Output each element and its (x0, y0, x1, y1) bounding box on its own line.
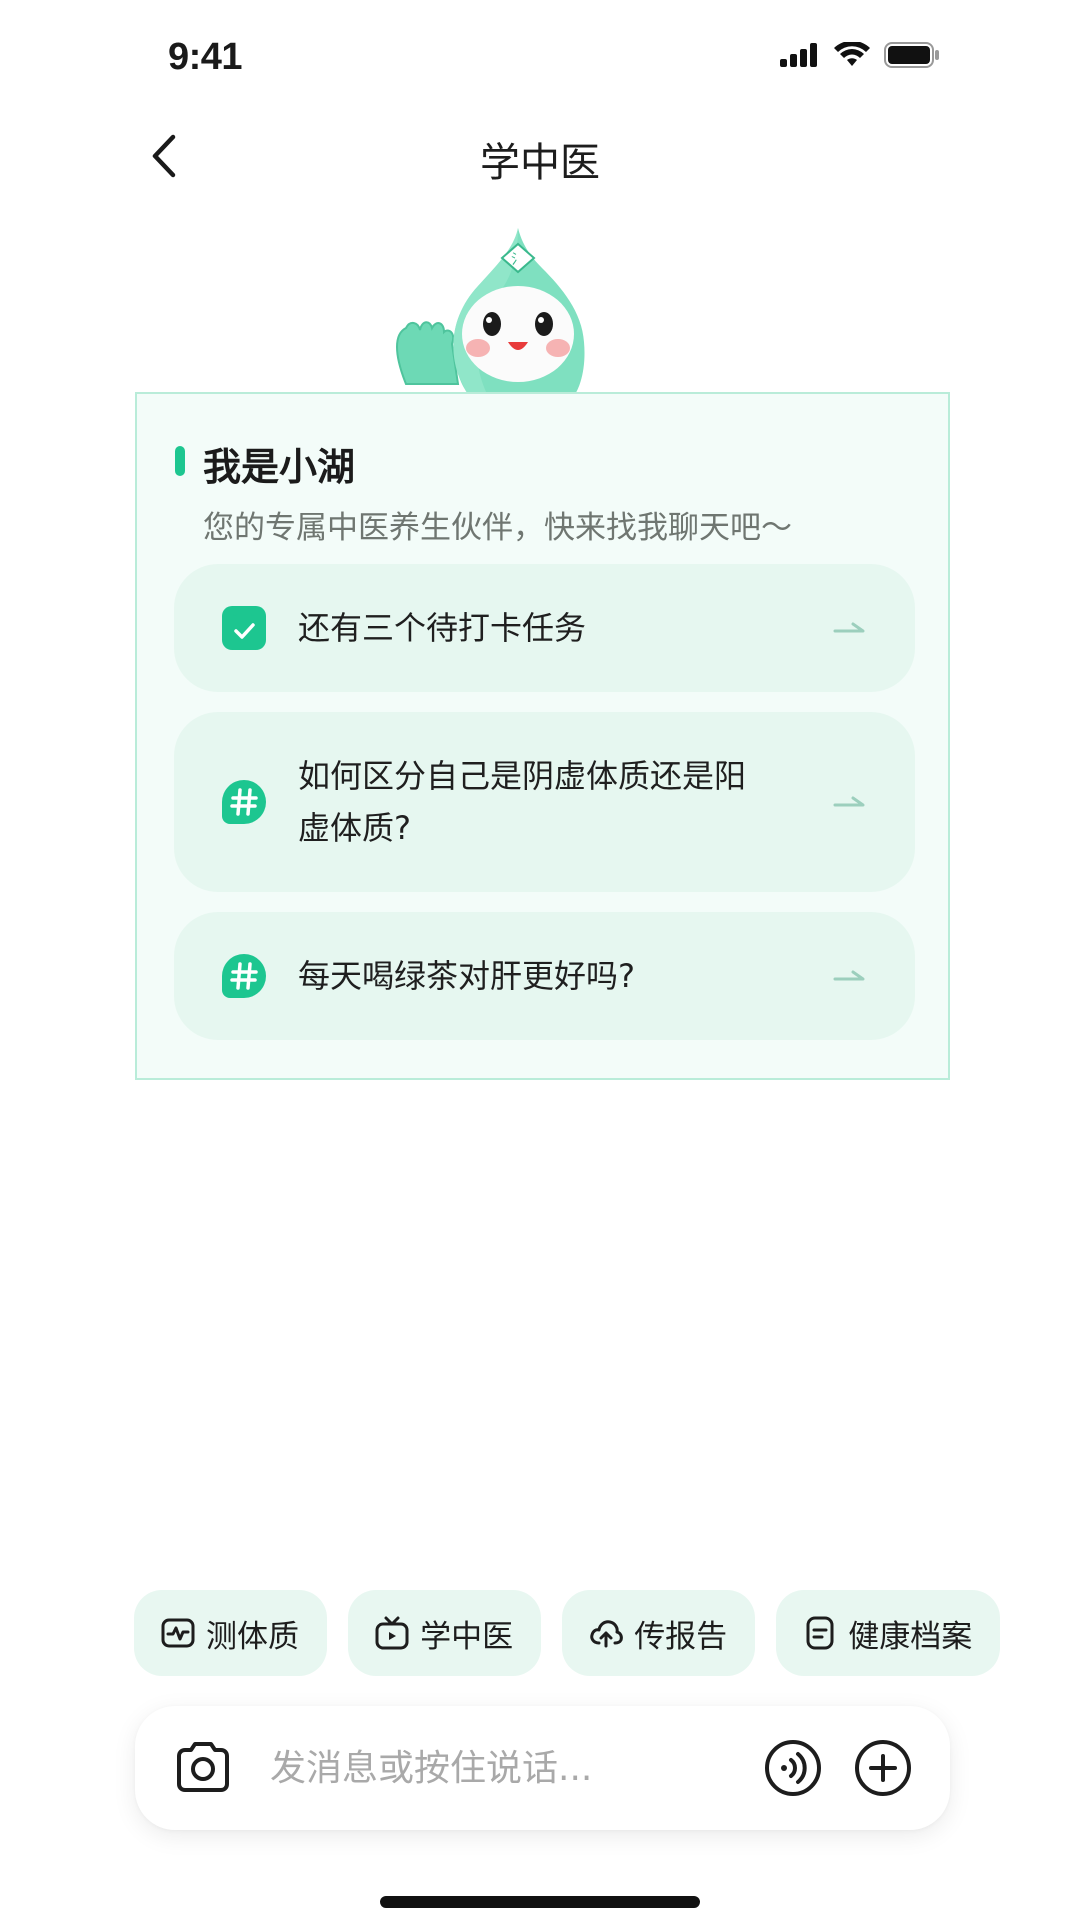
calendar-check-icon (222, 606, 266, 650)
card-title: 我是小湖 (203, 445, 356, 489)
chip-label: 传报告 (634, 1618, 728, 1655)
page-title: 学中医 (480, 140, 600, 186)
suggestion-text: 还有三个待打卡任务 (298, 609, 587, 647)
arrow-right-icon (833, 622, 865, 633)
camera-button[interactable] (173, 1738, 233, 1796)
wifi-icon (834, 40, 870, 72)
chip-label: 测体质 (206, 1618, 299, 1655)
card-subtitle: 您的专属中医养生伙伴，快来找我聊天吧～ (203, 510, 792, 546)
chip-label: 健康档案 (848, 1618, 973, 1655)
chip-upload-report[interactable]: 传报告 (562, 1590, 756, 1676)
quick-actions-bar: 测体质 学中医 传报告 健康档案 (134, 1590, 1080, 1676)
cloud-upload-icon (590, 1620, 624, 1648)
chip-label: 学中医 (420, 1618, 514, 1655)
chip-health-records[interactable]: 健康档案 (776, 1590, 1001, 1676)
mascot-image: 氵 (388, 224, 648, 396)
add-button[interactable] (853, 1738, 913, 1798)
suggestion-text: 如何区分自己是阴虚体质还是阳虚体质? (298, 757, 747, 847)
suggestion-text: 每天喝绿茶对肝更好吗? (298, 957, 635, 995)
svg-text:氵: 氵 (511, 252, 525, 268)
suggestion-item-checkin[interactable]: 还有三个待打卡任务 (174, 564, 915, 692)
chip-test-constitution[interactable]: 测体质 (134, 1590, 327, 1676)
title-accent-bar (175, 446, 185, 476)
battery-icon (884, 42, 940, 72)
hashtag-icon (222, 954, 266, 998)
chat-screen: 9:41 学中医 氵 我是小湖 您的专属中医养生伙伴，快来找我聊天吧～ 还有三个… (0, 0, 1080, 1920)
cellular-signal-icon (780, 43, 820, 71)
hashtag-icon (222, 780, 266, 824)
arrow-right-icon (833, 796, 865, 807)
status-time: 9:41 (168, 36, 243, 78)
suggestion-item-green-tea[interactable]: 每天喝绿茶对肝更好吗? (174, 912, 915, 1040)
message-input-bar (135, 1706, 950, 1830)
suggestion-item-constitution[interactable]: 如何区分自己是阴虚体质还是阳虚体质? (174, 712, 915, 892)
voice-button[interactable] (763, 1738, 823, 1798)
pulse-monitor-icon (161, 1618, 195, 1648)
document-icon (806, 1616, 834, 1650)
home-indicator[interactable] (380, 1896, 700, 1908)
status-icons (780, 40, 940, 72)
tv-icon (375, 1616, 409, 1650)
chip-learn-tcm[interactable]: 学中医 (348, 1590, 542, 1676)
message-input[interactable] (270, 1736, 740, 1800)
welcome-card: 我是小湖 您的专属中医养生伙伴，快来找我聊天吧～ 还有三个待打卡任务 如何区分自… (135, 392, 950, 1080)
arrow-right-icon (833, 970, 865, 981)
